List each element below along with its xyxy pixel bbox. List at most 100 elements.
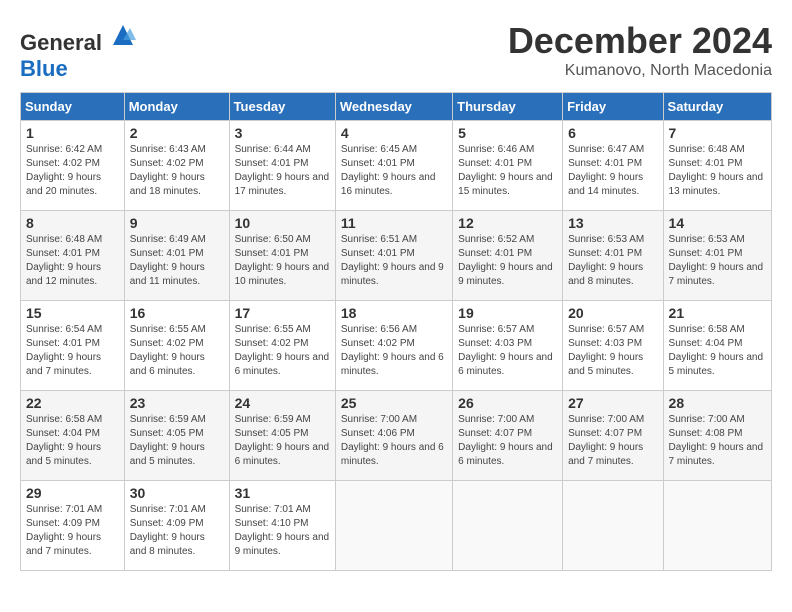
day-info: Sunrise: 6:57 AM Sunset: 4:03 PM Dayligh… <box>568 323 657 379</box>
logo-blue: Blue <box>20 56 68 81</box>
day-number: 26 <box>458 395 557 411</box>
day-number: 11 <box>341 215 447 231</box>
table-row: 23 Sunrise: 6:59 AM Sunset: 4:05 PM Dayl… <box>124 391 229 481</box>
table-row: 31 Sunrise: 7:01 AM Sunset: 4:10 PM Dayl… <box>229 481 335 571</box>
col-tuesday: Tuesday <box>229 93 335 121</box>
day-info: Sunrise: 6:42 AM Sunset: 4:02 PM Dayligh… <box>26 143 119 199</box>
location-title: Kumanovo, North Macedonia <box>508 62 772 80</box>
table-row: 6 Sunrise: 6:47 AM Sunset: 4:01 PM Dayli… <box>563 121 663 211</box>
day-number: 15 <box>26 305 119 321</box>
table-row: 5 Sunrise: 6:46 AM Sunset: 4:01 PM Dayli… <box>453 121 563 211</box>
logo: General Blue <box>20 20 138 82</box>
day-info: Sunrise: 6:50 AM Sunset: 4:01 PM Dayligh… <box>235 233 330 289</box>
logo-icon <box>108 20 138 50</box>
table-row: 27 Sunrise: 7:00 AM Sunset: 4:07 PM Dayl… <box>563 391 663 481</box>
calendar-week-row: 1 Sunrise: 6:42 AM Sunset: 4:02 PM Dayli… <box>21 121 772 211</box>
day-number: 1 <box>26 125 119 141</box>
table-row: 4 Sunrise: 6:45 AM Sunset: 4:01 PM Dayli… <box>335 121 452 211</box>
table-row: 10 Sunrise: 6:50 AM Sunset: 4:01 PM Dayl… <box>229 211 335 301</box>
table-row: 18 Sunrise: 6:56 AM Sunset: 4:02 PM Dayl… <box>335 301 452 391</box>
day-info: Sunrise: 6:58 AM Sunset: 4:04 PM Dayligh… <box>26 413 119 469</box>
title-area: December 2024 Kumanovo, North Macedonia <box>508 20 772 80</box>
day-info: Sunrise: 7:01 AM Sunset: 4:10 PM Dayligh… <box>235 503 330 559</box>
day-number: 14 <box>669 215 766 231</box>
day-number: 22 <box>26 395 119 411</box>
table-row: 14 Sunrise: 6:53 AM Sunset: 4:01 PM Dayl… <box>663 211 771 301</box>
table-row: 24 Sunrise: 6:59 AM Sunset: 4:05 PM Dayl… <box>229 391 335 481</box>
day-number: 6 <box>568 125 657 141</box>
month-title: December 2024 <box>508 20 772 62</box>
logo-text: General Blue <box>20 20 138 82</box>
day-number: 10 <box>235 215 330 231</box>
day-number: 24 <box>235 395 330 411</box>
table-row: 11 Sunrise: 6:51 AM Sunset: 4:01 PM Dayl… <box>335 211 452 301</box>
day-number: 31 <box>235 485 330 501</box>
day-info: Sunrise: 6:51 AM Sunset: 4:01 PM Dayligh… <box>341 233 447 289</box>
day-info: Sunrise: 6:53 AM Sunset: 4:01 PM Dayligh… <box>669 233 766 289</box>
day-number: 2 <box>130 125 224 141</box>
table-row: 2 Sunrise: 6:43 AM Sunset: 4:02 PM Dayli… <box>124 121 229 211</box>
day-info: Sunrise: 6:58 AM Sunset: 4:04 PM Dayligh… <box>669 323 766 379</box>
day-number: 19 <box>458 305 557 321</box>
table-row: 25 Sunrise: 7:00 AM Sunset: 4:06 PM Dayl… <box>335 391 452 481</box>
day-number: 3 <box>235 125 330 141</box>
table-row: 9 Sunrise: 6:49 AM Sunset: 4:01 PM Dayli… <box>124 211 229 301</box>
table-row: 29 Sunrise: 7:01 AM Sunset: 4:09 PM Dayl… <box>21 481 125 571</box>
day-info: Sunrise: 6:55 AM Sunset: 4:02 PM Dayligh… <box>130 323 224 379</box>
day-number: 16 <box>130 305 224 321</box>
day-number: 28 <box>669 395 766 411</box>
calendar-week-row: 15 Sunrise: 6:54 AM Sunset: 4:01 PM Dayl… <box>21 301 772 391</box>
col-friday: Friday <box>563 93 663 121</box>
col-wednesday: Wednesday <box>335 93 452 121</box>
day-info: Sunrise: 6:49 AM Sunset: 4:01 PM Dayligh… <box>130 233 224 289</box>
table-row: 21 Sunrise: 6:58 AM Sunset: 4:04 PM Dayl… <box>663 301 771 391</box>
day-number: 12 <box>458 215 557 231</box>
table-row: 22 Sunrise: 6:58 AM Sunset: 4:04 PM Dayl… <box>21 391 125 481</box>
day-number: 25 <box>341 395 447 411</box>
day-number: 23 <box>130 395 224 411</box>
day-number: 27 <box>568 395 657 411</box>
day-info: Sunrise: 6:48 AM Sunset: 4:01 PM Dayligh… <box>26 233 119 289</box>
day-info: Sunrise: 6:47 AM Sunset: 4:01 PM Dayligh… <box>568 143 657 199</box>
day-info: Sunrise: 7:01 AM Sunset: 4:09 PM Dayligh… <box>130 503 224 559</box>
day-info: Sunrise: 6:56 AM Sunset: 4:02 PM Dayligh… <box>341 323 447 379</box>
calendar-week-row: 22 Sunrise: 6:58 AM Sunset: 4:04 PM Dayl… <box>21 391 772 481</box>
day-info: Sunrise: 6:45 AM Sunset: 4:01 PM Dayligh… <box>341 143 447 199</box>
day-info: Sunrise: 6:59 AM Sunset: 4:05 PM Dayligh… <box>235 413 330 469</box>
col-thursday: Thursday <box>453 93 563 121</box>
day-info: Sunrise: 6:48 AM Sunset: 4:01 PM Dayligh… <box>669 143 766 199</box>
day-info: Sunrise: 7:00 AM Sunset: 4:08 PM Dayligh… <box>669 413 766 469</box>
day-number: 20 <box>568 305 657 321</box>
table-row: 19 Sunrise: 6:57 AM Sunset: 4:03 PM Dayl… <box>453 301 563 391</box>
calendar-header-row: Sunday Monday Tuesday Wednesday Thursday… <box>21 93 772 121</box>
table-row: 8 Sunrise: 6:48 AM Sunset: 4:01 PM Dayli… <box>21 211 125 301</box>
col-monday: Monday <box>124 93 229 121</box>
day-info: Sunrise: 6:52 AM Sunset: 4:01 PM Dayligh… <box>458 233 557 289</box>
empty-cell <box>563 481 663 571</box>
day-info: Sunrise: 6:46 AM Sunset: 4:01 PM Dayligh… <box>458 143 557 199</box>
table-row: 3 Sunrise: 6:44 AM Sunset: 4:01 PM Dayli… <box>229 121 335 211</box>
day-info: Sunrise: 6:59 AM Sunset: 4:05 PM Dayligh… <box>130 413 224 469</box>
day-number: 13 <box>568 215 657 231</box>
calendar-week-row: 8 Sunrise: 6:48 AM Sunset: 4:01 PM Dayli… <box>21 211 772 301</box>
table-row: 30 Sunrise: 7:01 AM Sunset: 4:09 PM Dayl… <box>124 481 229 571</box>
day-number: 29 <box>26 485 119 501</box>
empty-cell <box>663 481 771 571</box>
table-row: 7 Sunrise: 6:48 AM Sunset: 4:01 PM Dayli… <box>663 121 771 211</box>
table-row: 13 Sunrise: 6:53 AM Sunset: 4:01 PM Dayl… <box>563 211 663 301</box>
day-info: Sunrise: 6:55 AM Sunset: 4:02 PM Dayligh… <box>235 323 330 379</box>
day-number: 5 <box>458 125 557 141</box>
day-info: Sunrise: 7:00 AM Sunset: 4:06 PM Dayligh… <box>341 413 447 469</box>
day-info: Sunrise: 6:54 AM Sunset: 4:01 PM Dayligh… <box>26 323 119 379</box>
day-info: Sunrise: 7:01 AM Sunset: 4:09 PM Dayligh… <box>26 503 119 559</box>
table-row: 16 Sunrise: 6:55 AM Sunset: 4:02 PM Dayl… <box>124 301 229 391</box>
calendar-table: Sunday Monday Tuesday Wednesday Thursday… <box>20 92 772 571</box>
day-number: 17 <box>235 305 330 321</box>
calendar-week-row: 29 Sunrise: 7:01 AM Sunset: 4:09 PM Dayl… <box>21 481 772 571</box>
table-row: 12 Sunrise: 6:52 AM Sunset: 4:01 PM Dayl… <box>453 211 563 301</box>
table-row: 15 Sunrise: 6:54 AM Sunset: 4:01 PM Dayl… <box>21 301 125 391</box>
empty-cell <box>453 481 563 571</box>
day-info: Sunrise: 6:53 AM Sunset: 4:01 PM Dayligh… <box>568 233 657 289</box>
logo-general: General <box>20 30 102 55</box>
day-number: 4 <box>341 125 447 141</box>
